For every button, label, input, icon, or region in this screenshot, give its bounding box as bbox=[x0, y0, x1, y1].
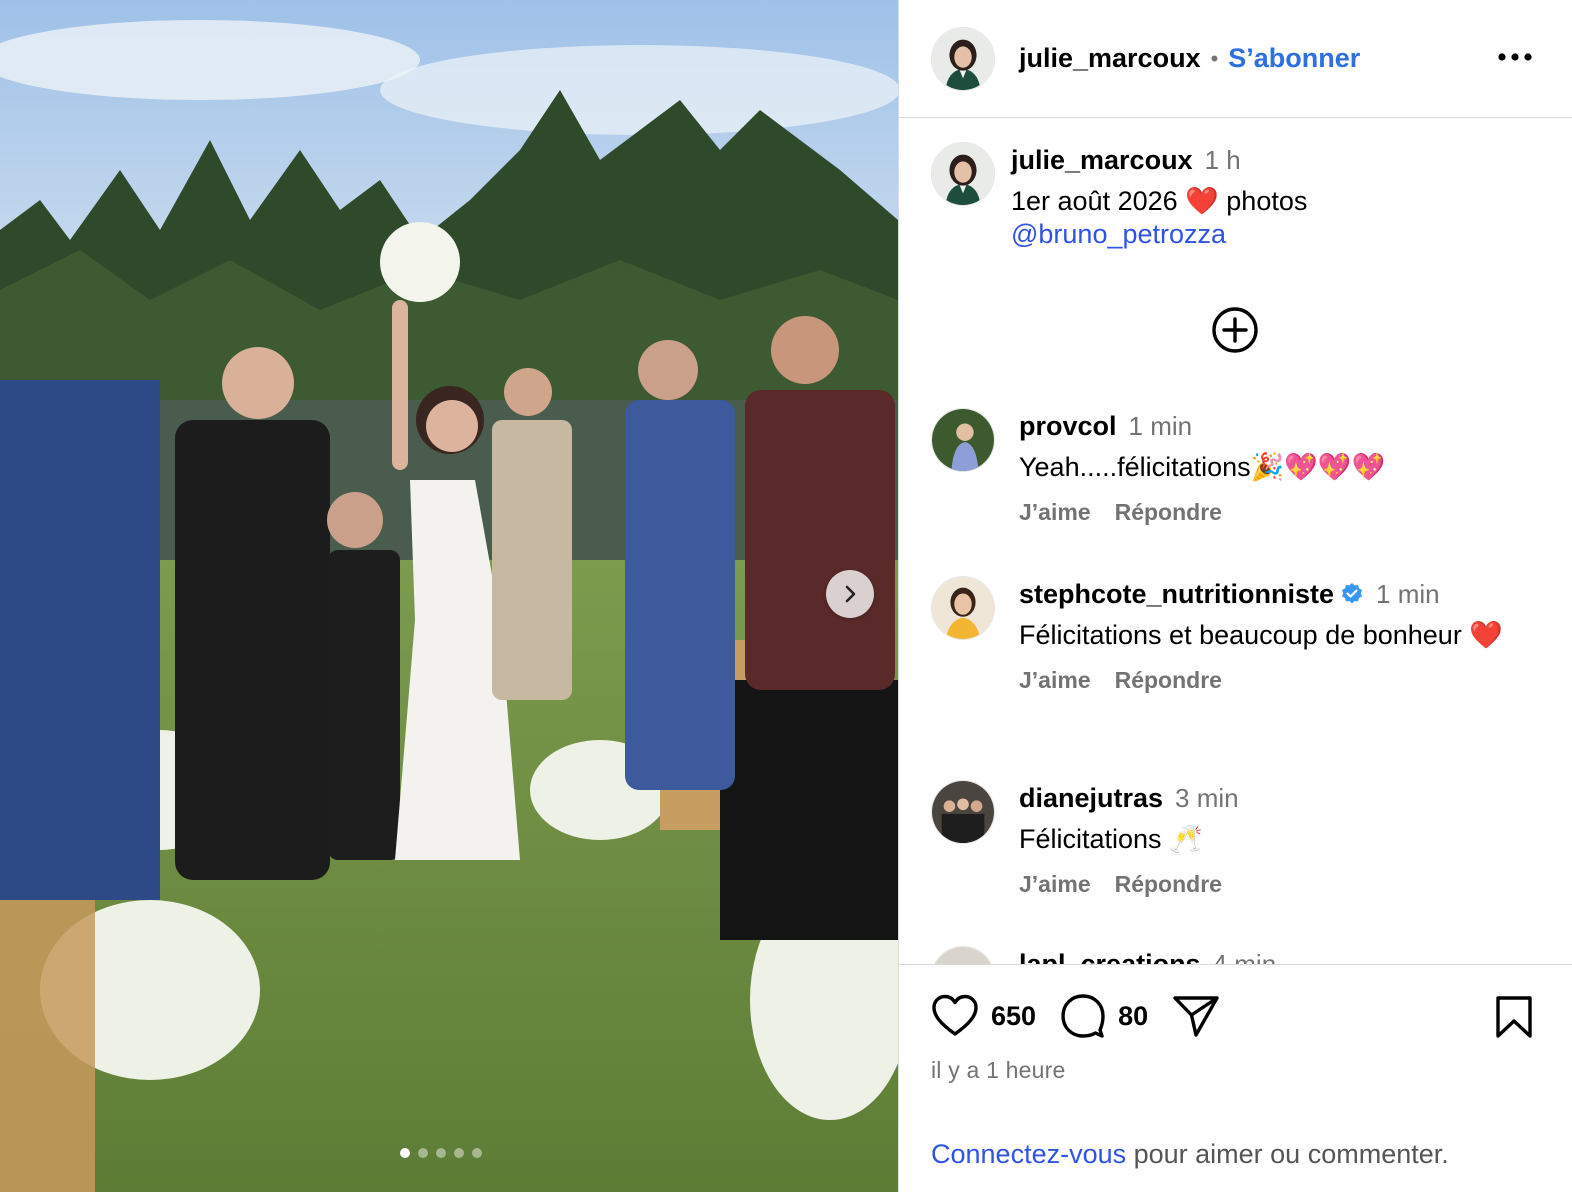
carousel-dot bbox=[400, 1148, 410, 1158]
heart-outline-icon bbox=[932, 994, 978, 1036]
comment-like-button[interactable]: J’aime bbox=[1019, 871, 1091, 898]
action-bar: 650 80 bbox=[931, 993, 1220, 1039]
post-footer: 650 80 il y a 1 heure Connectez-vous pou… bbox=[899, 964, 1572, 1192]
comment-text: Yeah.....félicitations🎉💖💖💖 bbox=[1019, 452, 1386, 482]
comment-time: 3 min bbox=[1175, 783, 1239, 813]
share-button[interactable] bbox=[1172, 994, 1220, 1038]
post-header: julie_marcoux • S’abonner bbox=[899, 0, 1572, 118]
red-heart-emoji: ❤️ bbox=[1185, 186, 1219, 216]
comment-item: lapl_creations 4 min bbox=[931, 946, 1551, 964]
caption-text-before: 1er août 2026 bbox=[1011, 186, 1186, 216]
follow-button[interactable]: S’abonner bbox=[1228, 43, 1360, 74]
commenter-avatar[interactable] bbox=[931, 946, 995, 964]
author-username[interactable]: julie_marcoux bbox=[1019, 43, 1201, 74]
carousel-dot bbox=[436, 1148, 446, 1158]
more-horizontal-icon bbox=[1498, 53, 1532, 61]
login-link[interactable]: Connectez-vous bbox=[931, 1139, 1126, 1169]
comments-count[interactable]: 80 bbox=[1118, 1001, 1148, 1032]
comment-username[interactable]: dianejutras bbox=[1019, 783, 1163, 813]
caption-text: 1er août 2026 ❤️ photos bbox=[1011, 183, 1307, 219]
bookmark-icon bbox=[1496, 996, 1532, 1038]
paper-plane-icon bbox=[1173, 996, 1219, 1037]
post-side-panel: julie_marcoux • S’abonner julie_marcoux … bbox=[898, 0, 1572, 1192]
comment-reply-button[interactable]: Répondre bbox=[1115, 499, 1222, 526]
avatar-image bbox=[932, 947, 994, 964]
wedding-photo-illustration bbox=[0, 0, 898, 1192]
save-button[interactable] bbox=[1495, 995, 1533, 1044]
comment-item: dianejutras 3 min Félicitations 🥂 J’aime … bbox=[931, 780, 1551, 898]
caption-mention-link[interactable]: @bruno_petrozza bbox=[1011, 219, 1307, 250]
comment-like-button[interactable]: J’aime bbox=[1019, 667, 1091, 694]
avatar-image bbox=[932, 577, 994, 639]
login-prompt: Connectez-vous pour aimer ou commenter. bbox=[931, 1139, 1449, 1170]
avatar-image bbox=[932, 27, 994, 90]
carousel-dot bbox=[472, 1148, 482, 1158]
caption-text-after: photos bbox=[1218, 186, 1308, 216]
avatar-image bbox=[932, 143, 994, 205]
like-button[interactable] bbox=[931, 994, 979, 1038]
author-avatar[interactable] bbox=[931, 26, 995, 91]
commenter-avatar[interactable] bbox=[931, 576, 995, 640]
chevron-right-icon bbox=[845, 585, 856, 603]
comment-text: Félicitations et beaucoup de bonheur ❤️ bbox=[1019, 620, 1503, 650]
more-options-button[interactable] bbox=[1497, 42, 1533, 72]
likes-count[interactable]: 650 bbox=[991, 1001, 1036, 1032]
comment-time: 1 min bbox=[1376, 579, 1440, 609]
comment-username[interactable]: stephcote_nutritionniste bbox=[1019, 579, 1334, 609]
plus-circle-icon bbox=[1212, 307, 1258, 353]
carousel-indicator bbox=[400, 1148, 482, 1158]
comment-reply-button[interactable]: Répondre bbox=[1115, 871, 1222, 898]
carousel-dot bbox=[418, 1148, 428, 1158]
comment-like-button[interactable]: J’aime bbox=[1019, 499, 1091, 526]
comment-reply-button[interactable]: Répondre bbox=[1115, 667, 1222, 694]
comment-item: provcol 1 min Yeah.....félicitations🎉💖💖💖 … bbox=[931, 408, 1551, 526]
caption-author-avatar[interactable] bbox=[931, 142, 995, 206]
avatar-image bbox=[932, 781, 994, 843]
verified-badge-icon bbox=[1342, 583, 1363, 604]
carousel-next-button[interactable] bbox=[826, 570, 874, 618]
post-photo[interactable] bbox=[0, 0, 898, 1192]
avatar-image bbox=[932, 409, 994, 471]
post-time-ago: il y a 1 heure bbox=[931, 1057, 1066, 1083]
commenter-avatar[interactable] bbox=[931, 780, 995, 844]
comment-bubble-icon bbox=[1061, 994, 1105, 1038]
comment-time: 1 min bbox=[1128, 411, 1193, 441]
comment-item: stephcote_nutritionniste 1 min Félicitati… bbox=[931, 576, 1551, 694]
commenter-avatar[interactable] bbox=[931, 408, 995, 472]
comment-time: 4 min bbox=[1212, 949, 1277, 964]
caption-username[interactable]: julie_marcoux bbox=[1011, 145, 1193, 175]
carousel-dot bbox=[454, 1148, 464, 1158]
caption-time: 1 h bbox=[1204, 145, 1241, 175]
login-prompt-text: pour aimer ou commenter. bbox=[1126, 1139, 1449, 1169]
comment-text: Félicitations 🥂 bbox=[1019, 824, 1203, 854]
post-caption: julie_marcoux 1 h 1er août 2026 ❤️ photos… bbox=[931, 142, 1307, 250]
comment-username[interactable]: lapl_creations bbox=[1019, 949, 1201, 964]
header-separator: • bbox=[1210, 45, 1219, 71]
comments-section[interactable]: julie_marcoux 1 h 1er août 2026 ❤️ photos… bbox=[899, 118, 1572, 964]
load-more-comments-button[interactable] bbox=[1211, 306, 1259, 354]
comment-button[interactable] bbox=[1060, 993, 1106, 1039]
comment-username[interactable]: provcol bbox=[1019, 411, 1117, 441]
